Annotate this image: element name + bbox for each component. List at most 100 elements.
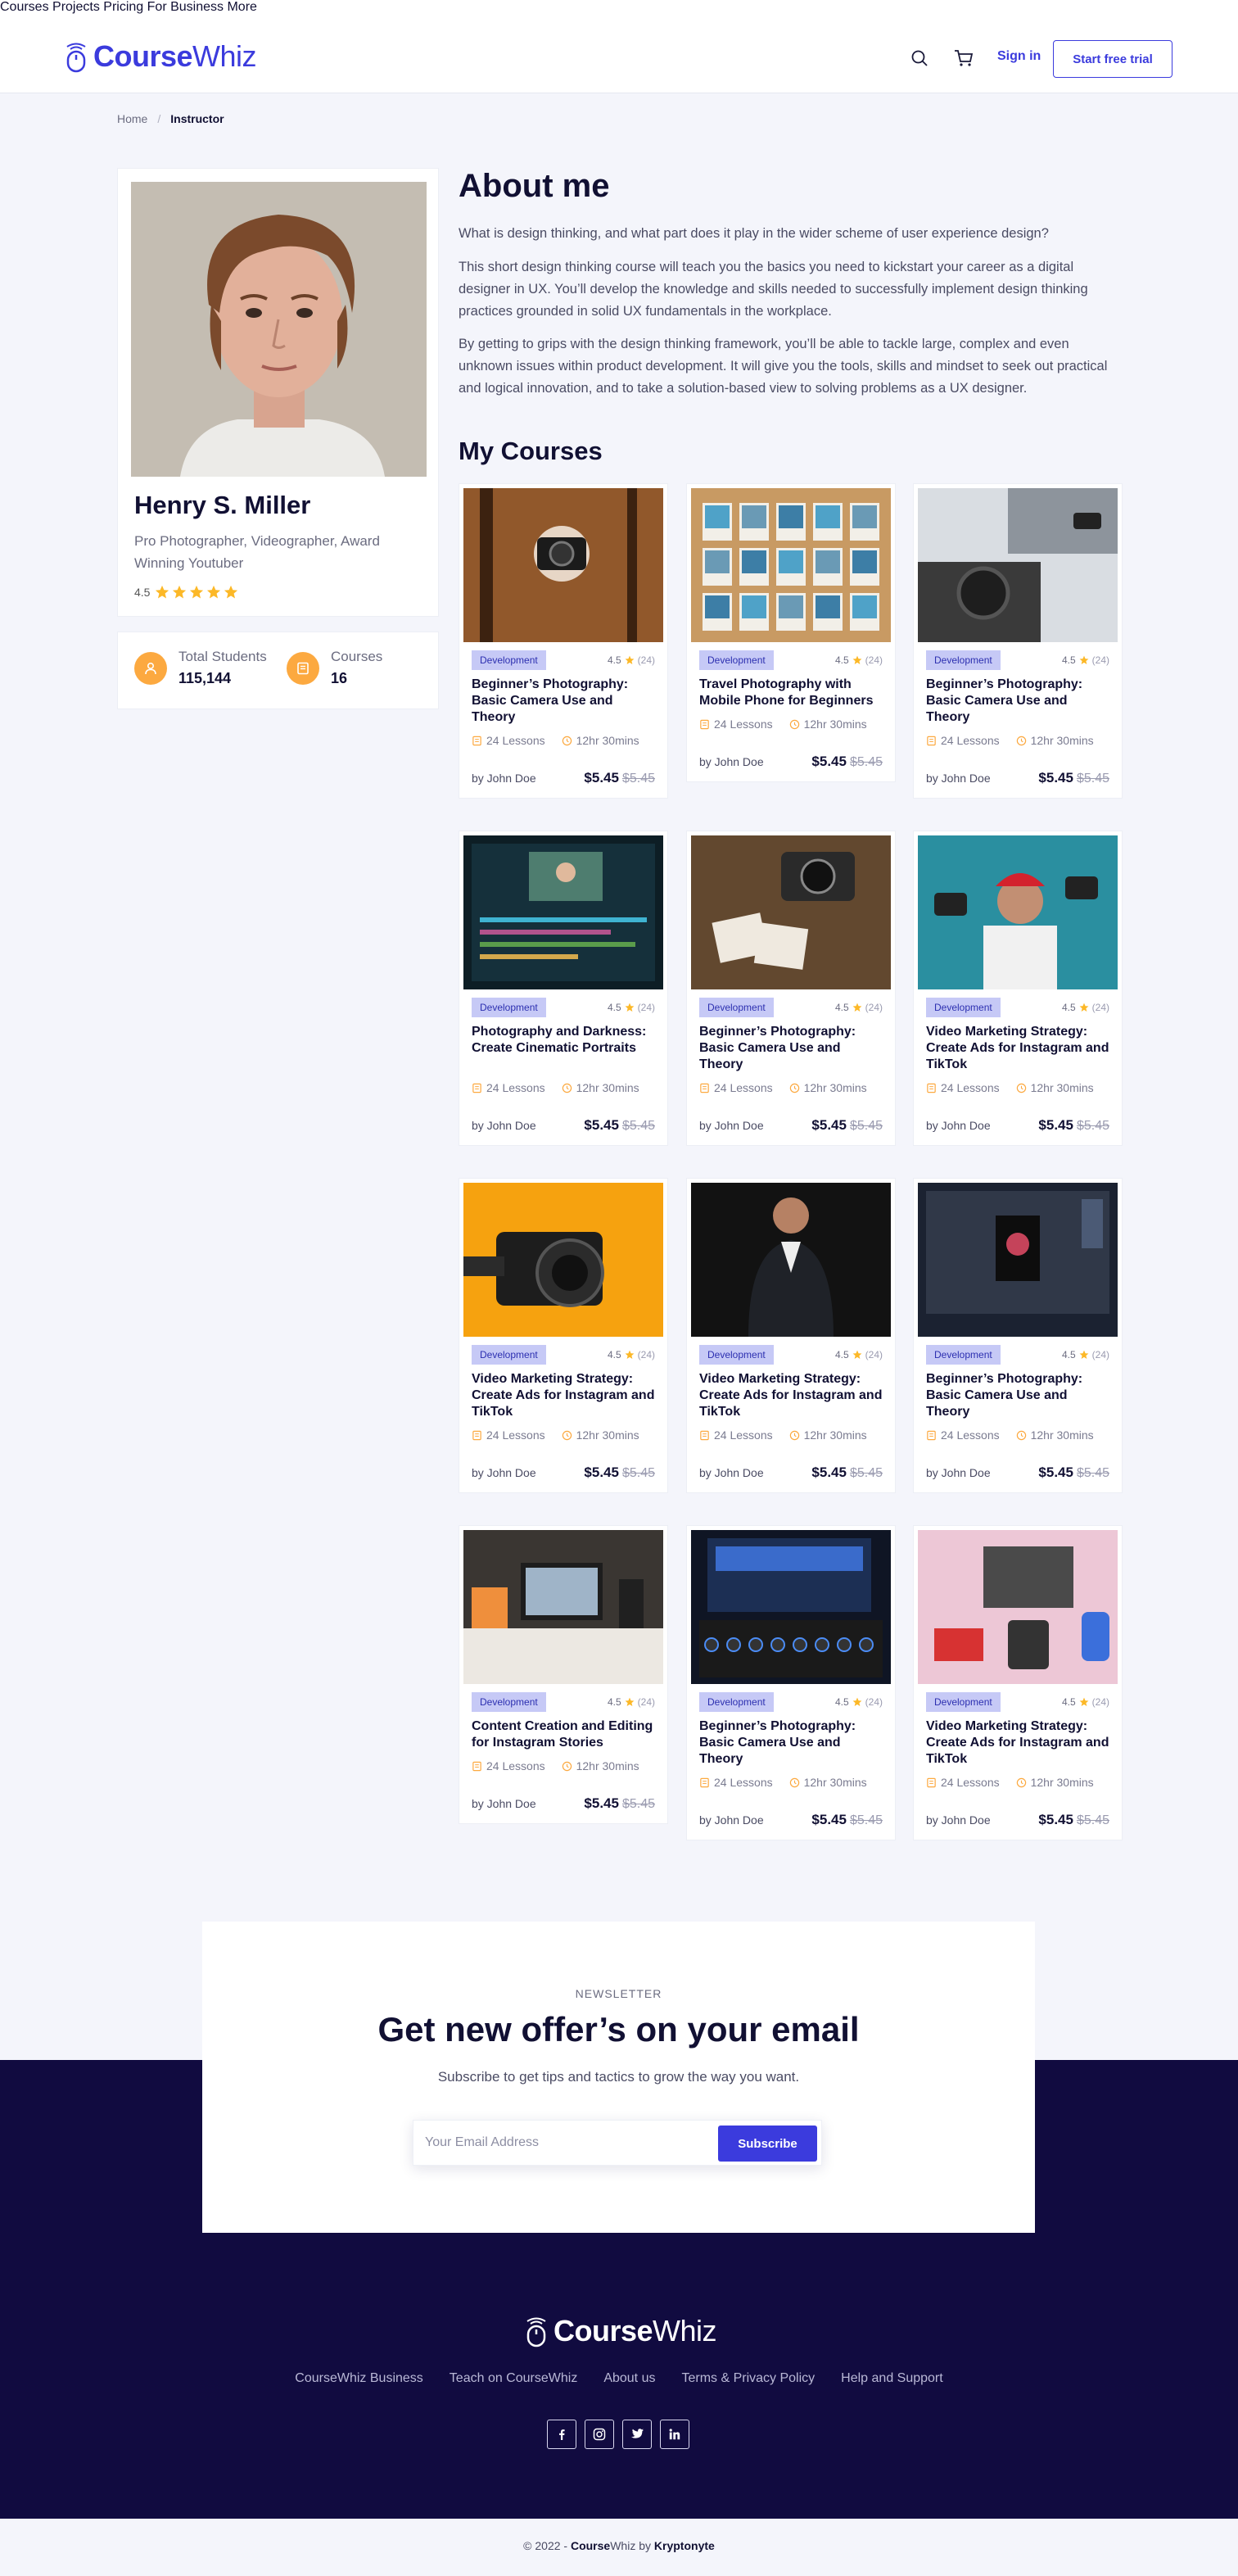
clock-icon xyxy=(789,1777,799,1787)
course-lessons: 24 Lessons xyxy=(472,1759,545,1772)
sign-in-link[interactable]: Sign in xyxy=(997,49,1041,64)
nav-pricing[interactable]: Pricing xyxy=(103,0,143,14)
course-duration: 12hr 30mins xyxy=(789,718,867,731)
course-thumbnail[interactable] xyxy=(918,1183,1118,1337)
course-category-tag: Development xyxy=(926,1345,1001,1365)
about-paragraph: What is design thinking, and what part d… xyxy=(459,226,1049,241)
course-thumbnail[interactable] xyxy=(691,1183,891,1337)
course-thumbnail[interactable] xyxy=(691,1530,891,1684)
clock-icon xyxy=(789,719,799,729)
course-title[interactable]: Video Marketing Strategy: Create Ads for… xyxy=(926,1718,1111,1768)
lessons-icon xyxy=(700,1430,709,1440)
course-category-tag: Development xyxy=(472,1345,546,1365)
course-duration: 12hr 30mins xyxy=(1016,734,1094,747)
footer-link-terms[interactable]: Terms & Privacy Policy xyxy=(681,2371,815,2386)
about-paragraph: By getting to grips with the design thin… xyxy=(459,337,1108,396)
course-thumbnail[interactable] xyxy=(691,835,891,989)
nav-for-business[interactable]: For Business xyxy=(147,0,224,14)
course-lessons: 24 Lessons xyxy=(926,1428,1000,1442)
start-free-trial-button[interactable]: Start free trial xyxy=(1053,40,1172,78)
course-title[interactable]: Beginner’s Photography: Basic Camera Use… xyxy=(699,1718,884,1768)
course-thumbnail[interactable] xyxy=(463,488,663,642)
course-card[interactable]: Development 4.5 (24) Video Marketing Strate… xyxy=(686,1178,896,1493)
twitter-icon[interactable] xyxy=(622,2420,652,2449)
clock-icon xyxy=(562,1083,572,1093)
course-author: by John Doe xyxy=(926,1466,991,1479)
course-duration: 12hr 30mins xyxy=(789,1081,867,1094)
course-card[interactable]: Development 4.5 (24) Beginner’s Photography… xyxy=(459,483,668,799)
course-category-tag: Development xyxy=(926,650,1001,670)
course-old-price: $5.45 xyxy=(1076,1119,1109,1133)
course-title[interactable]: Video Marketing Strategy: Create Ads for… xyxy=(699,1371,884,1420)
course-card[interactable]: Development 4.5 (24) Beginner’s Photography… xyxy=(686,831,896,1146)
instagram-icon[interactable] xyxy=(585,2420,614,2449)
breadcrumb-home[interactable]: Home xyxy=(117,112,147,125)
facebook-icon[interactable] xyxy=(547,2420,576,2449)
course-lessons: 24 Lessons xyxy=(699,1776,773,1789)
subscribe-button[interactable]: Subscribe xyxy=(718,2126,817,2162)
course-thumbnail[interactable] xyxy=(918,835,1118,989)
course-card[interactable]: Development 4.5 (24) Video Marketing Strate… xyxy=(913,831,1123,1146)
course-thumbnail[interactable] xyxy=(918,1530,1118,1684)
course-card[interactable]: Development 4.5 (24) Photography and Darkne… xyxy=(459,831,668,1146)
course-title[interactable]: Video Marketing Strategy: Create Ads for… xyxy=(472,1371,657,1420)
brand-logo[interactable]: CourseWhiz xyxy=(64,39,257,74)
course-lessons: 24 Lessons xyxy=(472,1081,545,1094)
course-old-price: $5.45 xyxy=(849,755,883,769)
course-card[interactable]: Development 4.5 (24) Video Marketing Strate… xyxy=(913,1525,1123,1840)
course-title[interactable]: Beginner’s Photography: Basic Camera Use… xyxy=(699,1024,884,1073)
rating-value: 4.5 xyxy=(134,586,151,599)
course-lessons: 24 Lessons xyxy=(926,1081,1000,1094)
stat-label: Courses xyxy=(331,649,383,664)
linkedin-icon[interactable] xyxy=(660,2420,689,2449)
course-meta: 24 Lessons 12hr 30mins xyxy=(926,1776,1094,1789)
footer-logo[interactable]: CourseWhiz xyxy=(524,2314,717,2348)
course-old-price: $5.45 xyxy=(621,1119,655,1133)
course-author: by John Doe xyxy=(472,1797,536,1810)
star-icon xyxy=(156,585,169,599)
course-price: $5.45 $5.45 xyxy=(584,1795,655,1811)
nav-courses[interactable]: Courses xyxy=(0,0,49,14)
star-icon xyxy=(625,1697,635,1706)
nav-more[interactable]: More xyxy=(227,0,256,14)
course-title[interactable]: Travel Photography with Mobile Phone for… xyxy=(699,677,884,709)
course-title[interactable]: Video Marketing Strategy: Create Ads for… xyxy=(926,1024,1111,1073)
course-card[interactable]: Development 4.5 (24) Beginner’s Photography… xyxy=(686,1525,896,1840)
breadcrumb: Home / Instructor xyxy=(117,112,224,125)
course-title[interactable]: Content Creation and Editing for Instagr… xyxy=(472,1718,657,1751)
cart-icon[interactable] xyxy=(954,49,974,67)
footer-link-teach[interactable]: Teach on CourseWhiz xyxy=(450,2371,578,2386)
newsletter-subtitle: Subscribe to get tips and tactics to gro… xyxy=(437,2069,800,2085)
course-thumbnail[interactable] xyxy=(463,835,663,989)
star-icon xyxy=(1079,1350,1089,1359)
course-meta: 24 Lessons 12hr 30mins xyxy=(472,1081,639,1094)
lessons-icon xyxy=(927,1083,936,1093)
email-input[interactable] xyxy=(425,2121,703,2165)
search-icon[interactable] xyxy=(910,49,929,67)
footer-link-business[interactable]: CourseWhiz Business xyxy=(295,2371,423,2386)
course-title[interactable]: Photography and Darkness: Create Cinemat… xyxy=(472,1024,657,1057)
course-thumbnail[interactable] xyxy=(691,488,891,642)
clock-icon xyxy=(1016,1430,1026,1440)
clock-icon xyxy=(789,1083,799,1093)
course-thumbnail[interactable] xyxy=(918,488,1118,642)
course-card[interactable]: Development 4.5 (24) Travel Photography wit… xyxy=(686,483,896,782)
course-title[interactable]: Beginner’s Photography: Basic Camera Use… xyxy=(926,1371,1111,1420)
course-title[interactable]: Beginner’s Photography: Basic Camera Use… xyxy=(926,677,1111,726)
lessons-icon xyxy=(472,1083,481,1093)
lessons-icon xyxy=(700,1777,709,1787)
course-card[interactable]: Development 4.5 (24) Beginner’s Photography… xyxy=(913,483,1123,799)
course-card[interactable]: Development 4.5 (24) Video Marketing Strate… xyxy=(459,1178,668,1493)
nav-projects[interactable]: Projects xyxy=(52,0,100,14)
course-price: $5.45 $5.45 xyxy=(811,1812,883,1827)
course-thumbnail[interactable] xyxy=(463,1530,663,1684)
course-title[interactable]: Beginner’s Photography: Basic Camera Use… xyxy=(472,677,657,726)
course-thumbnail[interactable] xyxy=(463,1183,663,1337)
course-price: $5.45 $5.45 xyxy=(584,770,655,785)
clock-icon xyxy=(562,736,572,745)
course-card[interactable]: Development 4.5 (24) Beginner’s Photography… xyxy=(913,1178,1123,1493)
footer-link-help[interactable]: Help and Support xyxy=(841,2371,943,2386)
course-rating: 4.5 (24) xyxy=(607,1002,655,1013)
course-card[interactable]: Development 4.5 (24) Content Creation and E… xyxy=(459,1525,668,1824)
footer-link-about[interactable]: About us xyxy=(603,2371,655,2386)
